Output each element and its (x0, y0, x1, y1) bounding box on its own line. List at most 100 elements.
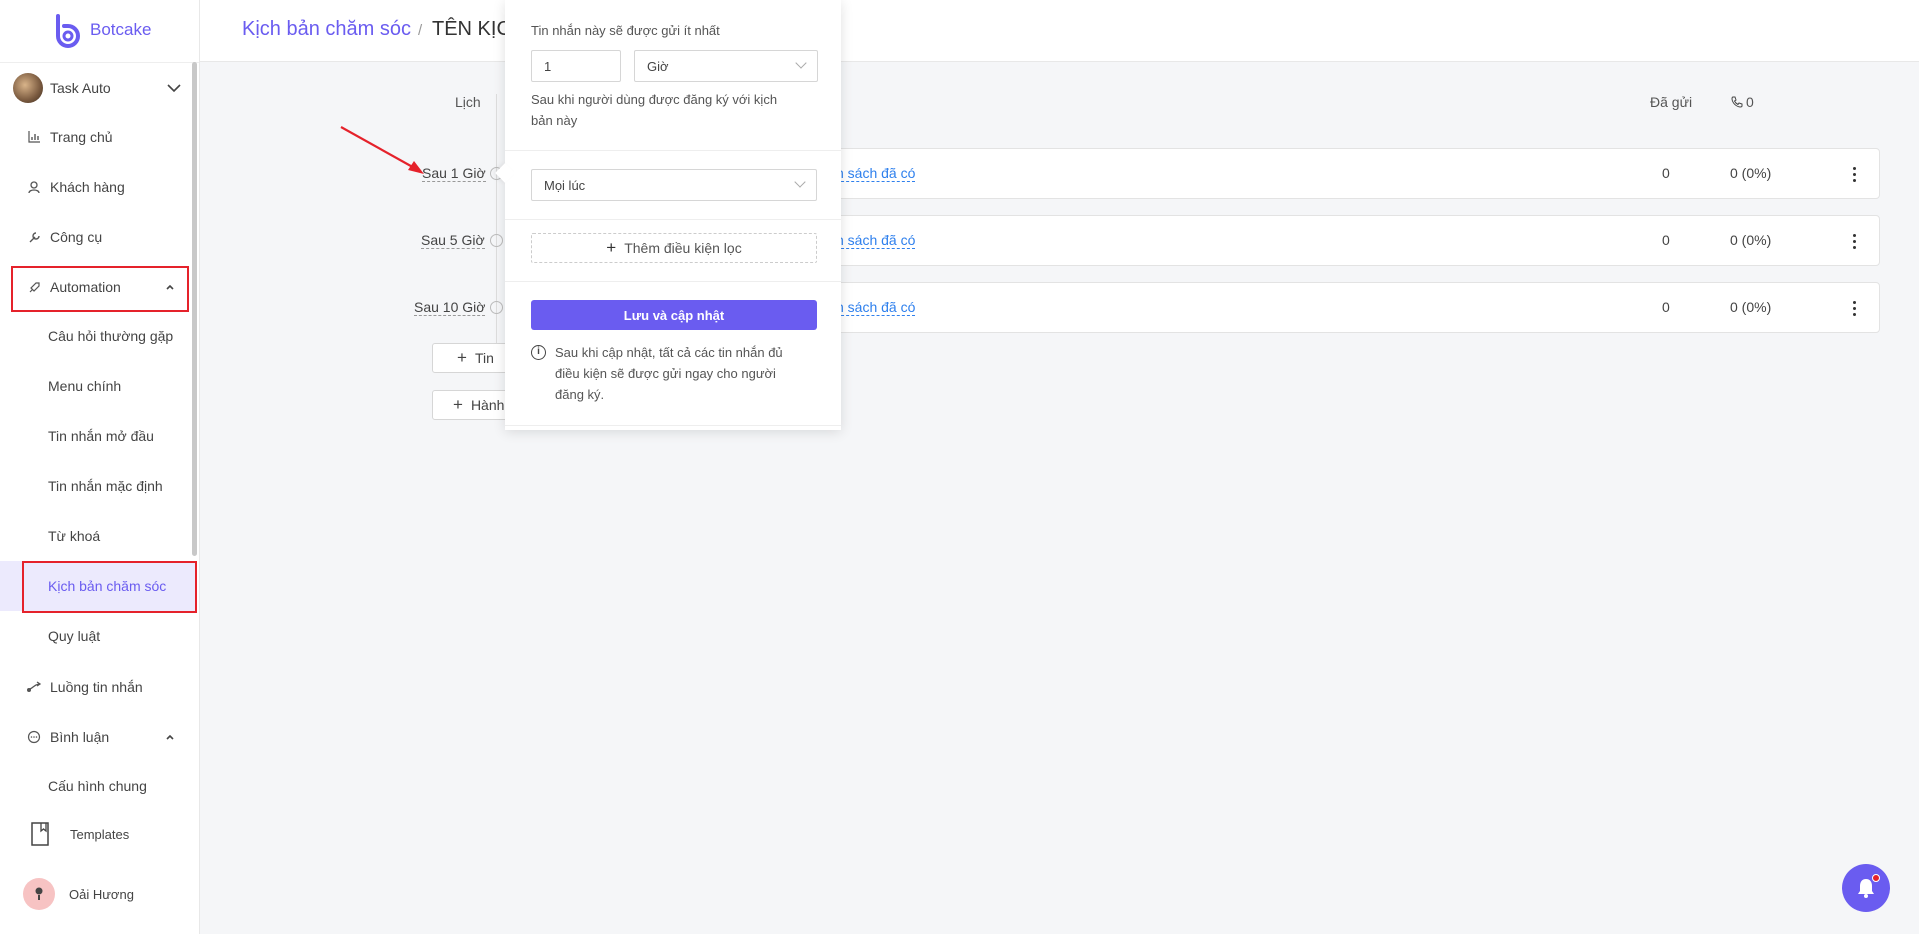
more-options-icon[interactable] (1844, 226, 1864, 256)
popover-after-line1: Sau khi người dùng được đăng ký với kịch (531, 92, 778, 107)
column-header-schedule: Lịch (455, 94, 481, 110)
row-list-link[interactable]: n sách đã có (836, 165, 916, 182)
wrench-icon (22, 231, 46, 244)
sidebar-item-comments[interactable]: Bình luận (0, 717, 195, 757)
delay-amount-value: 1 (544, 58, 552, 74)
add-action-button[interactable]: + Hành (432, 390, 512, 420)
popover-after-line2: bản này (531, 113, 578, 128)
row-list-link[interactable]: n sách đã có (836, 299, 916, 316)
delay-amount-input[interactable]: 1 (531, 50, 621, 82)
save-update-button[interactable]: Lưu và cập nhật (531, 300, 817, 330)
row-list-link[interactable]: n sách đã có (836, 232, 916, 249)
sidebar-subitem-default-message[interactable]: Tin nhắn mặc định (0, 466, 195, 506)
chevron-up-icon (166, 734, 174, 740)
sidebar-item-message-flow[interactable]: Luồng tin nhắn (0, 667, 195, 707)
sidebar-item-label: Automation (50, 279, 121, 295)
row-delay-label[interactable]: Sau 5 Giờ (421, 232, 485, 249)
plus-icon: + (453, 395, 463, 414)
row-sent-count: 0 (1662, 165, 1670, 181)
sidebar-subitem-welcome-message[interactable]: Tin nhắn mở đầu (0, 416, 195, 456)
row-rate: 0 (0%) (1730, 299, 1772, 315)
add-message-label: Tin (474, 350, 494, 366)
popover-caret (495, 163, 515, 183)
sidebar-item-label: Templates (70, 826, 130, 842)
popover-divider (505, 219, 841, 220)
sidebar-subitem-label: Tin nhắn mặc định (48, 478, 163, 494)
send-time-select[interactable]: Mọi lúc (531, 169, 817, 201)
comment-icon (22, 730, 46, 744)
user-icon (22, 180, 46, 194)
row-sent-count: 0 (1662, 232, 1670, 248)
popover-intro: Tin nhắn này sẽ được gửi ít nhất (531, 23, 720, 38)
row-delay-label[interactable]: Sau 1 Giờ (422, 165, 486, 182)
sidebar-item-templates[interactable]: Templates (0, 814, 195, 854)
popover-divider (505, 150, 841, 151)
add-message-button[interactable]: + Tin (432, 343, 512, 373)
delay-unit-value: Giờ (647, 58, 669, 74)
sidebar-item-label: Luồng tin nhắn (50, 679, 143, 695)
sidebar-item-home[interactable]: Trang chủ (0, 117, 195, 157)
chevron-up-icon (166, 284, 174, 290)
bar-chart-icon (22, 131, 46, 143)
sidebar-subitem-label: Kịch bản chăm sóc (48, 578, 167, 594)
calls-count: 0 (1746, 94, 1754, 110)
sidebar-subitem-keywords[interactable]: Từ khoá (0, 516, 195, 556)
sidebar-item-label: Công cụ (50, 229, 103, 245)
flow-icon (22, 681, 46, 693)
sidebar-item-label: Khách hàng (50, 179, 125, 195)
schedule-popover: Tin nhắn này sẽ được gửi ít nhất 1 Giờ S… (495, 0, 841, 430)
breadcrumb-separator: / (418, 22, 423, 39)
botcake-logo-icon (56, 14, 80, 48)
row-sent-count: 0 (1662, 299, 1670, 315)
info-icon: i (531, 345, 546, 360)
more-options-icon[interactable] (1844, 293, 1864, 323)
add-filter-button[interactable]: + Thêm điều kiện lọc (531, 233, 817, 263)
popover-divider (505, 425, 841, 426)
sidebar-subitem-general-config[interactable]: Cấu hình chung (0, 766, 195, 806)
chevron-down-icon (795, 57, 807, 69)
account-avatar (13, 73, 43, 103)
sidebar-subitem-label: Tin nhắn mở đầu (48, 428, 154, 444)
app-logo[interactable]: Botcake (50, 10, 151, 50)
sidebar-subitem-rules[interactable]: Quy luật (0, 616, 195, 656)
popover-note: Sau khi cập nhật, tất cả các tin nhắn đủ… (555, 342, 817, 405)
add-filter-label: Thêm điều kiện lọc (624, 240, 742, 256)
sidebar: Botcake Task Auto Trang chủ Khách hàng C… (0, 0, 200, 934)
sidebar-subitem-label: Cấu hình chung (48, 778, 147, 794)
row-rate: 0 (0%) (1730, 165, 1772, 181)
sidebar-subitem-label: Từ khoá (48, 528, 101, 544)
sidebar-subitem-main-menu[interactable]: Menu chính (0, 366, 195, 406)
chevron-down-icon (167, 84, 181, 93)
popover-note-line3: đăng ký. (555, 387, 605, 402)
sidebar-item-label: Trang chủ (50, 129, 113, 145)
row-delay-label[interactable]: Sau 10 Giờ (414, 299, 486, 316)
rocket-icon (22, 281, 46, 294)
sidebar-subitem-label: Quy luật (48, 628, 101, 644)
user-avatar (23, 878, 55, 910)
app-name: Botcake (90, 20, 152, 39)
sidebar-subitem-faq[interactable]: Câu hỏi thường gặp (0, 316, 195, 356)
sidebar-divider (0, 62, 199, 63)
more-options-icon[interactable] (1844, 159, 1864, 189)
column-header-calls: 0 (1731, 94, 1754, 110)
popover-note-line1: Sau khi cập nhật, tất cả các tin nhắn đủ (555, 345, 783, 360)
breadcrumb-current: TÊN KỊC (432, 18, 511, 40)
user-profile[interactable]: Oải Hương (0, 874, 195, 914)
sidebar-item-automation[interactable]: Automation (0, 267, 195, 307)
phone-icon (1731, 96, 1743, 108)
sidebar-subitem-care-scenario[interactable]: Kịch bản chăm sóc (0, 561, 195, 611)
delay-unit-select[interactable]: Giờ (634, 50, 818, 82)
column-header-sent: Đã gửi (1650, 94, 1693, 110)
user-name: Oải Hương (69, 886, 134, 902)
popover-note-line2: điều kiện sẽ được gửi ngay cho người (555, 366, 776, 381)
breadcrumb-parent[interactable]: Kịch bản chăm sóc (242, 18, 411, 41)
notification-bell-button[interactable] (1842, 864, 1890, 912)
sidebar-item-tools[interactable]: Công cụ (0, 217, 195, 257)
sidebar-subitem-label: Câu hỏi thường gặp (48, 328, 174, 344)
plus-icon: + (457, 348, 467, 367)
sidebar-item-customers[interactable]: Khách hàng (0, 167, 195, 207)
account-switcher[interactable]: Task Auto (0, 68, 195, 108)
clock-icon (490, 234, 503, 247)
sidebar-subitem-label: Menu chính (48, 378, 122, 394)
bookmark-icon (28, 822, 52, 846)
